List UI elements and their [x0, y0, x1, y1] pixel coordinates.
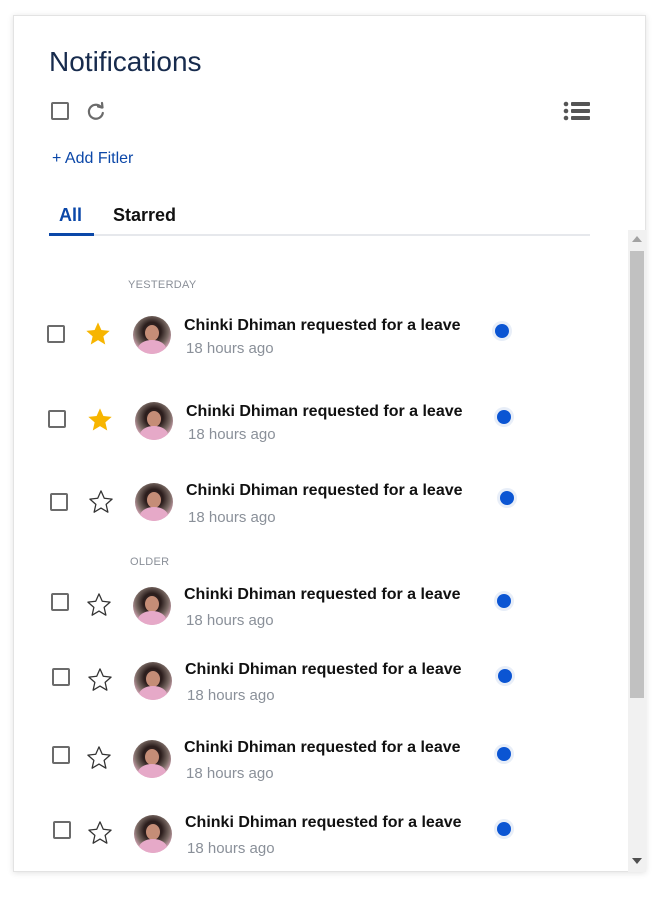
tab-all[interactable]: All — [59, 205, 82, 226]
notification-time: 18 hours ago — [188, 426, 276, 443]
unread-dot-icon — [494, 407, 514, 427]
row-checkbox[interactable] — [51, 593, 69, 611]
notification-time: 18 hours ago — [186, 765, 274, 782]
star-outline-icon[interactable] — [86, 666, 114, 694]
star-outline-icon[interactable] — [86, 819, 114, 847]
notification-list: YESTERDAY Chinki Dhiman requested for a … — [14, 230, 647, 873]
row-checkbox[interactable] — [47, 325, 65, 343]
notification-row[interactable]: Chinki Dhiman requested for a leave 18 h… — [14, 803, 614, 863]
row-checkbox[interactable] — [48, 410, 66, 428]
notification-text: Chinki Dhiman requested for a leave — [185, 661, 462, 678]
unread-dot-icon — [494, 819, 514, 839]
list-icon[interactable] — [563, 100, 591, 122]
section-label-yesterday: YESTERDAY — [128, 279, 197, 291]
tab-starred[interactable]: Starred — [113, 205, 176, 226]
notification-row[interactable]: Chinki Dhiman requested for a leave 18 h… — [14, 302, 614, 362]
star-filled-icon[interactable] — [84, 320, 112, 348]
scrollbar[interactable] — [628, 230, 646, 872]
page-title: Notifications — [49, 46, 202, 77]
row-checkbox[interactable] — [52, 746, 70, 764]
notification-text: Chinki Dhiman requested for a leave — [186, 403, 463, 420]
star-outline-icon[interactable] — [85, 744, 113, 772]
add-filter-link[interactable]: + Add Fitler — [52, 150, 133, 168]
avatar — [134, 662, 172, 700]
scroll-up-arrow-icon[interactable] — [632, 236, 642, 242]
avatar — [133, 316, 171, 354]
unread-dot-icon — [495, 666, 515, 686]
row-checkbox[interactable] — [50, 493, 68, 511]
select-all-checkbox[interactable] — [51, 102, 69, 120]
section-label-older: OLDER — [130, 556, 170, 568]
avatar — [134, 815, 172, 853]
scroll-down-arrow-icon[interactable] — [632, 858, 642, 864]
notification-time: 18 hours ago — [187, 687, 275, 704]
avatar — [135, 402, 173, 440]
star-outline-icon[interactable] — [87, 488, 115, 516]
avatar — [133, 740, 171, 778]
notification-text: Chinki Dhiman requested for a leave — [184, 317, 461, 334]
unread-dot-icon — [494, 744, 514, 764]
notification-text: Chinki Dhiman requested for a leave — [184, 739, 461, 756]
unread-dot-icon — [494, 591, 514, 611]
unread-dot-icon — [492, 321, 512, 341]
notification-row[interactable]: Chinki Dhiman requested for a leave 18 h… — [14, 650, 614, 710]
avatar — [133, 587, 171, 625]
star-outline-icon[interactable] — [85, 591, 113, 619]
notification-row[interactable]: Chinki Dhiman requested for a leave 18 h… — [14, 468, 614, 528]
notification-time: 18 hours ago — [187, 840, 275, 857]
refresh-icon[interactable] — [86, 101, 106, 121]
notification-row[interactable]: Chinki Dhiman requested for a leave 18 h… — [14, 728, 614, 788]
star-filled-icon[interactable] — [86, 406, 114, 434]
notification-text: Chinki Dhiman requested for a leave — [186, 482, 463, 499]
notification-time: 18 hours ago — [188, 509, 276, 526]
row-checkbox[interactable] — [52, 668, 70, 686]
notification-time: 18 hours ago — [186, 340, 274, 357]
notification-text: Chinki Dhiman requested for a leave — [184, 586, 461, 603]
unread-dot-icon — [497, 488, 517, 508]
notification-row[interactable]: Chinki Dhiman requested for a leave 18 h… — [14, 388, 614, 448]
notifications-panel: Notifications + Add Fitler All Starred Y… — [13, 15, 646, 872]
notification-text: Chinki Dhiman requested for a leave — [185, 814, 462, 831]
notification-row[interactable]: Chinki Dhiman requested for a leave 18 h… — [14, 575, 614, 635]
scrollbar-thumb[interactable] — [630, 251, 644, 698]
row-checkbox[interactable] — [53, 821, 71, 839]
notification-time: 18 hours ago — [186, 612, 274, 629]
avatar — [135, 483, 173, 521]
